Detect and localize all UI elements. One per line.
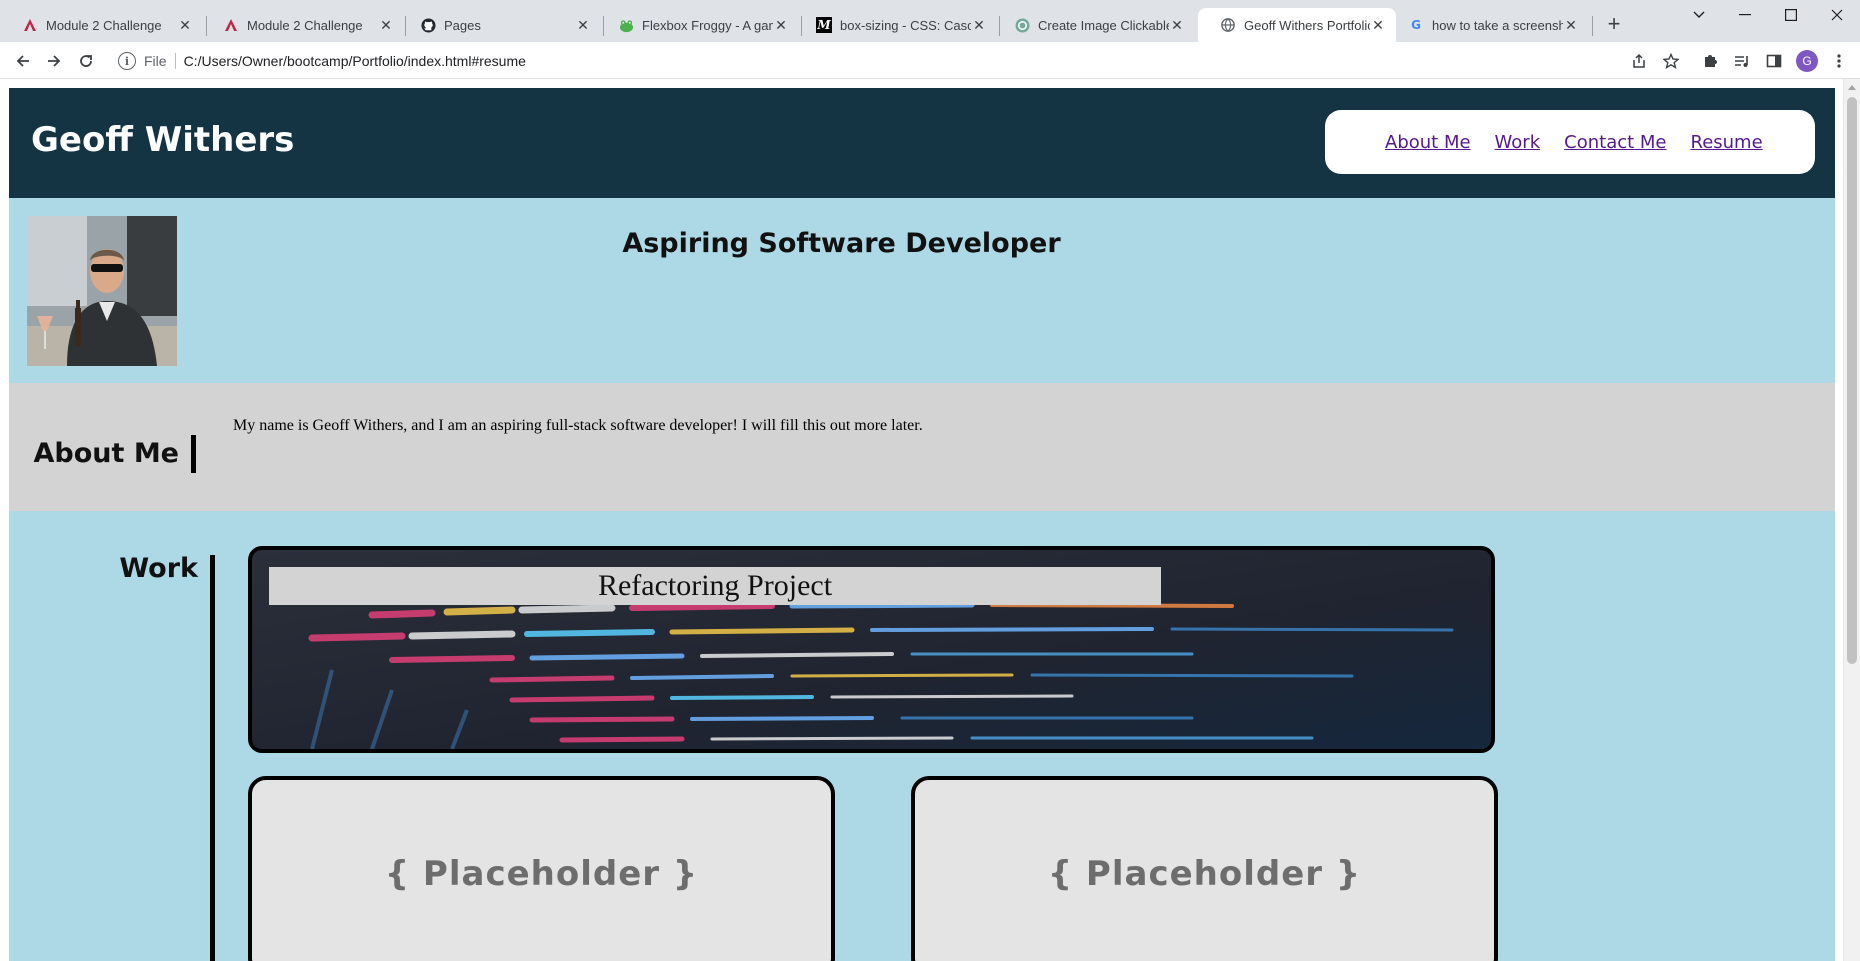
about-heading: About Me xyxy=(34,435,196,473)
tab-flexbox-froggy[interactable]: Flexbox Froggy - A game ✕ xyxy=(596,8,799,42)
tab-title: Module 2 Challenge xyxy=(46,17,162,33)
scheme-label: File xyxy=(144,53,176,69)
bootcamp-icon xyxy=(223,17,239,33)
media-controls-icon[interactable] xyxy=(1729,48,1755,74)
tab-create-image-clickable[interactable]: Create Image Clickable Li ✕ xyxy=(992,8,1195,42)
minimize-button[interactable] xyxy=(1722,0,1768,30)
tab-geoff-withers-portfolio[interactable]: Geoff Withers Portfolio ✕ xyxy=(1198,8,1396,42)
browser-toolbar: i File C:/Users/Owner/bootcamp/Portfolio… xyxy=(0,42,1860,79)
site-title: Geoff Withers xyxy=(31,120,295,160)
main-nav: About Me Work Contact Me Resume xyxy=(1325,110,1815,174)
portfolio-page: Geoff Withers About Me Work Contact Me R… xyxy=(9,88,1835,961)
back-button[interactable] xyxy=(10,48,36,74)
featured-project-title: Refactoring Project xyxy=(269,567,1161,605)
tab-box-sizing[interactable]: M box-sizing - CSS: Cascadi ✕ xyxy=(794,8,997,42)
reload-button[interactable] xyxy=(73,48,99,74)
nav-link-contact-me[interactable]: Contact Me xyxy=(1564,132,1666,153)
close-icon[interactable]: ✕ xyxy=(177,17,193,34)
tab-title: Pages xyxy=(444,17,481,33)
tab-title: Module 2 Challenge xyxy=(247,17,363,33)
nav-link-work[interactable]: Work xyxy=(1495,132,1541,153)
work-heading: Work xyxy=(119,553,198,584)
about-text: My name is Geoff Withers, and I am an as… xyxy=(233,417,923,434)
hero-section: Aspiring Software Developer xyxy=(9,198,1835,383)
close-icon[interactable]: ✕ xyxy=(773,17,789,34)
tab-title: Flexbox Froggy - A game xyxy=(642,17,773,33)
tab-title: how to take a screenshot xyxy=(1432,17,1563,33)
placeholder-text: { Placeholder } xyxy=(1047,854,1362,894)
chatgpt-icon xyxy=(1014,17,1030,33)
address-bar[interactable]: i File C:/Users/Owner/bootcamp/Portfolio… xyxy=(108,46,1688,76)
url-text: C:/Users/Owner/bootcamp/Portfolio/index.… xyxy=(183,53,526,69)
tab-separator xyxy=(1592,16,1593,36)
close-icon[interactable]: ✕ xyxy=(1563,17,1579,34)
side-panel-icon[interactable] xyxy=(1761,48,1787,74)
scrollbar-thumb[interactable] xyxy=(1847,97,1857,664)
mdn-icon: M xyxy=(816,17,832,33)
tab-pages[interactable]: Pages ✕ xyxy=(398,8,601,42)
placeholder-card-1[interactable]: { Placeholder } xyxy=(248,776,835,961)
frog-icon xyxy=(618,17,634,33)
tab-module-2-challenge-1[interactable]: Module 2 Challenge ✕ xyxy=(0,8,203,42)
close-icon[interactable]: ✕ xyxy=(575,17,591,34)
featured-project-card[interactable]: Refactoring Project xyxy=(248,546,1495,753)
profile-avatar[interactable]: G xyxy=(1796,50,1818,72)
share-icon[interactable] xyxy=(1626,48,1652,74)
tab-title: Create Image Clickable Li xyxy=(1038,17,1169,33)
tab-strip: Module 2 Challenge ✕ Module 2 Challenge … xyxy=(0,0,1860,42)
tab-search-button[interactable] xyxy=(1676,0,1722,30)
hero-heading: Aspiring Software Developer xyxy=(622,228,1061,259)
google-icon: G xyxy=(1411,18,1421,32)
bookmark-star-icon[interactable] xyxy=(1658,48,1684,74)
github-icon xyxy=(420,17,436,33)
placeholder-card-2[interactable]: { Placeholder } xyxy=(911,776,1498,961)
tab-how-to-take-screenshot[interactable]: G how to take a screenshot ✕ xyxy=(1386,8,1589,42)
close-window-button[interactable] xyxy=(1814,0,1860,30)
nav-link-resume[interactable]: Resume xyxy=(1691,132,1763,153)
page-scrollbar[interactable] xyxy=(1843,79,1860,961)
close-icon[interactable]: ✕ xyxy=(971,17,987,34)
new-tab-button[interactable]: + xyxy=(1602,12,1626,36)
close-icon[interactable]: ✕ xyxy=(378,17,394,34)
bootcamp-icon xyxy=(22,17,38,33)
site-header: Geoff Withers About Me Work Contact Me R… xyxy=(9,88,1835,198)
close-icon[interactable]: ✕ xyxy=(1169,17,1185,34)
about-section: About Me My name is Geoff Withers, and I… xyxy=(9,383,1835,511)
menu-kebab-icon[interactable] xyxy=(1826,48,1852,74)
work-divider xyxy=(210,555,215,961)
globe-icon xyxy=(1220,17,1236,33)
scroll-up-arrow-icon[interactable] xyxy=(1848,85,1856,90)
work-section: Work Refactoring Project {Placeholder}… xyxy=(9,511,1835,961)
extensions-puzzle-icon[interactable] xyxy=(1697,48,1723,74)
maximize-button[interactable] xyxy=(1768,0,1814,30)
nav-link-about-me[interactable]: About Me xyxy=(1385,132,1471,153)
tab-title: Geoff Withers Portfolio xyxy=(1244,17,1370,33)
info-icon[interactable]: i xyxy=(118,52,136,70)
forward-button[interactable] xyxy=(41,48,67,74)
tab-module-2-challenge-2[interactable]: Module 2 Challenge ✕ xyxy=(201,8,404,42)
close-icon[interactable]: ✕ xyxy=(1370,17,1386,34)
placeholder-text: { Placeholder } xyxy=(384,854,699,894)
tab-title: box-sizing - CSS: Cascadi xyxy=(840,17,971,33)
page-viewport: Geoff Withers About Me Work Contact Me R… xyxy=(0,79,1860,961)
